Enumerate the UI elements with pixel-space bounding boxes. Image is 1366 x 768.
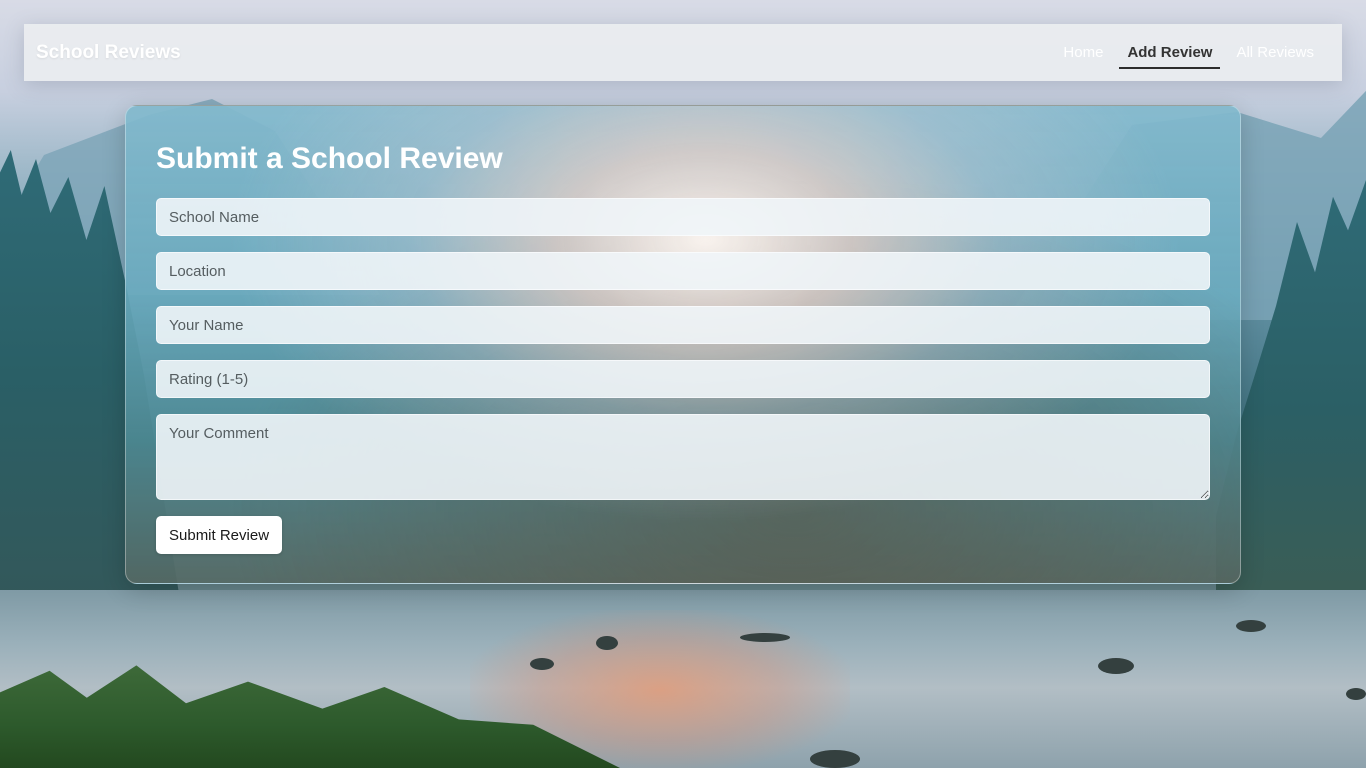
river-rock (596, 636, 618, 650)
location-input[interactable] (156, 252, 1210, 290)
river-rock (810, 750, 860, 768)
river-rock (1098, 658, 1134, 674)
river-rock (1236, 620, 1266, 632)
river-rock (740, 633, 790, 642)
navbar: School Reviews Home Add Review All Revie… (24, 24, 1342, 81)
school-name-input[interactable] (156, 198, 1210, 236)
page: School Reviews Home Add Review All Revie… (0, 0, 1366, 768)
submit-review-button[interactable]: Submit Review (156, 516, 283, 554)
your-name-input[interactable] (156, 306, 1210, 344)
comment-textarea[interactable] (156, 414, 1210, 500)
nav-links: Home Add Review All Reviews (1055, 36, 1322, 69)
nav-link-home[interactable]: Home (1055, 36, 1111, 69)
nav-link-add-review[interactable]: Add Review (1119, 36, 1221, 69)
form-title: Submit a School Review (156, 142, 503, 175)
river-rock (1346, 688, 1366, 700)
nav-link-all-reviews[interactable]: All Reviews (1228, 36, 1322, 69)
rating-input[interactable] (156, 360, 1210, 398)
review-form-card: Submit a School Review Submit Review (125, 105, 1241, 584)
brand-title[interactable]: School Reviews (36, 42, 181, 64)
river-rock (530, 658, 554, 670)
